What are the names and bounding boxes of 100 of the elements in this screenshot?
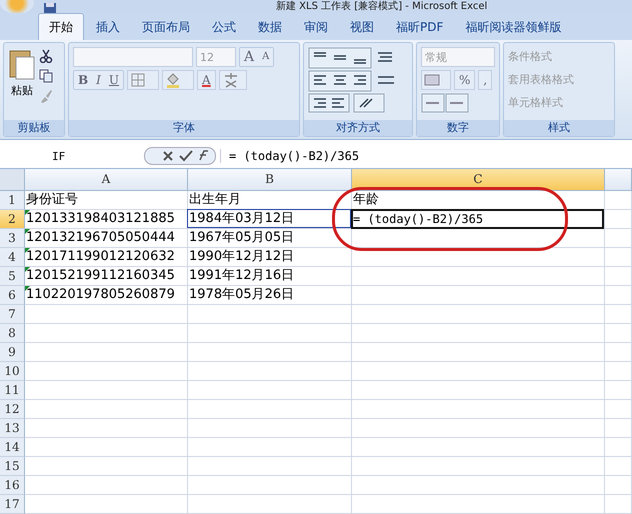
sheet-cell[interactable]: [25, 381, 188, 400]
sheet-cell[interactable]: [352, 419, 605, 438]
sheet-cell[interactable]: [188, 457, 352, 476]
sheet-cell[interactable]: [605, 495, 632, 514]
sheet-cell[interactable]: [352, 286, 605, 305]
sheet-cell[interactable]: [188, 476, 352, 495]
sheet-cell[interactable]: [25, 305, 188, 324]
sheet-cell[interactable]: [352, 381, 605, 400]
sheet-cell[interactable]: [352, 400, 605, 419]
sheet-cell[interactable]: 120152199112160345: [25, 267, 188, 286]
sheet-cell[interactable]: [188, 305, 352, 324]
sheet-cell[interactable]: [188, 419, 352, 438]
copy-icon[interactable]: [39, 69, 53, 83]
sheet-cell[interactable]: [605, 343, 632, 362]
row-header[interactable]: 3: [0, 229, 25, 248]
sheet-cell[interactable]: 1991年12月16日: [188, 267, 352, 286]
sheet-cell[interactable]: [25, 419, 188, 438]
sheet-cell[interactable]: [188, 400, 352, 419]
sheet-cell[interactable]: 110220197805260879: [25, 286, 188, 305]
formula-input[interactable]: = (today()-B2)/365: [220, 149, 632, 163]
sheet-cell[interactable]: [605, 324, 632, 343]
sheet-cell[interactable]: [25, 324, 188, 343]
sheet-cell[interactable]: [605, 286, 632, 305]
formula-buttons-drawing[interactable]: [144, 147, 216, 165]
row-header[interactable]: 6: [0, 286, 25, 305]
sheet-cell[interactable]: [605, 210, 632, 229]
row-header[interactable]: 16: [0, 476, 25, 495]
sheet-cell[interactable]: 1984年03月12日: [188, 210, 352, 229]
decimal-icons-drawing[interactable]: [421, 93, 471, 113]
sheet-cell[interactable]: [25, 362, 188, 381]
sheet-cell[interactable]: [605, 362, 632, 381]
sheet-cell[interactable]: [605, 267, 632, 286]
sheet-cell[interactable]: 出生年月: [188, 191, 352, 210]
row-header[interactable]: 11: [0, 381, 25, 400]
row-header[interactable]: 14: [0, 438, 25, 457]
sheet-cell[interactable]: [25, 438, 188, 457]
sheet-cell[interactable]: [25, 343, 188, 362]
border-icon[interactable]: [127, 70, 160, 90]
fill-color-icon[interactable]: [162, 70, 194, 90]
ribbon-tab[interactable]: 数据: [248, 14, 292, 40]
sheet-cell[interactable]: [605, 305, 632, 324]
row-header[interactable]: 17: [0, 495, 25, 514]
ribbon-tab[interactable]: 福昕阅读器领鲜版: [455, 14, 572, 40]
column-header[interactable]: A: [25, 169, 188, 190]
ribbon-tab[interactable]: 视图: [340, 14, 384, 40]
shrink-font-button[interactable]: A: [258, 48, 274, 66]
sheet-cell[interactable]: 身份证号: [25, 191, 188, 210]
italic-button[interactable]: I: [92, 71, 105, 89]
sheet-cell[interactable]: 120133198403121885: [25, 210, 188, 229]
name-box[interactable]: IF: [0, 150, 140, 162]
sheet-cell[interactable]: [605, 381, 632, 400]
sheet-cell[interactable]: [605, 419, 632, 438]
sheet-cell[interactable]: [188, 495, 352, 514]
sheet-cell[interactable]: [605, 438, 632, 457]
sheet-cell[interactable]: [605, 457, 632, 476]
row-header[interactable]: 10: [0, 362, 25, 381]
row-header[interactable]: 9: [0, 343, 25, 362]
sheet-cell[interactable]: [605, 400, 632, 419]
row-header[interactable]: 12: [0, 400, 25, 419]
sheet-cell[interactable]: [605, 191, 632, 210]
sheet-cell[interactable]: [352, 438, 605, 457]
sheet-cell[interactable]: [352, 362, 605, 381]
sheet-cell[interactable]: [25, 400, 188, 419]
sheet-cell[interactable]: [188, 438, 352, 457]
sheet-cell[interactable]: [25, 457, 188, 476]
sheet-cell[interactable]: [352, 305, 605, 324]
row-header[interactable]: 5: [0, 267, 25, 286]
sheet-cell[interactable]: [352, 476, 605, 495]
sheet-cell[interactable]: [605, 248, 632, 267]
sheet-cell[interactable]: = (today()-B2)/365: [352, 210, 605, 229]
ribbon-tab[interactable]: 插入: [86, 14, 130, 40]
ribbon-tab[interactable]: 福昕PDF: [386, 14, 454, 40]
sheet-cell[interactable]: [25, 495, 188, 514]
comma-button[interactable]: ,: [478, 70, 492, 90]
currency-icon[interactable]: [421, 70, 451, 90]
sheet-cell[interactable]: [352, 343, 605, 362]
sheet-cell[interactable]: [188, 343, 352, 362]
sheet-cell[interactable]: [188, 324, 352, 343]
row-header[interactable]: 4: [0, 248, 25, 267]
sheet-cell[interactable]: 120171199012120632: [25, 248, 188, 267]
sheet-cell[interactable]: [352, 324, 605, 343]
scissors-icon[interactable]: [39, 49, 53, 63]
grow-font-button[interactable]: A: [240, 48, 258, 66]
sheet-cell[interactable]: [605, 229, 632, 248]
font-name-dropdown[interactable]: [73, 47, 193, 67]
row-header[interactable]: 7: [0, 305, 25, 324]
paste-button[interactable]: 粘贴: [11, 83, 33, 98]
bold-button[interactable]: B: [74, 71, 92, 89]
save-icon[interactable]: [44, 3, 56, 13]
percent-button[interactable]: %: [454, 70, 476, 90]
sheet-cell[interactable]: [352, 267, 605, 286]
sheet-cell[interactable]: [188, 381, 352, 400]
ribbon-tab[interactable]: 开始: [38, 13, 84, 40]
sheet-cell[interactable]: 1978年05月26日: [188, 286, 352, 305]
font-color-button[interactable]: A: [197, 70, 216, 90]
phonetic-icon[interactable]: [218, 70, 247, 90]
sheet-cell[interactable]: [352, 495, 605, 514]
ribbon-tab[interactable]: 公式: [202, 14, 246, 40]
select-all-button[interactable]: [0, 169, 25, 190]
row-header[interactable]: 2: [0, 210, 25, 229]
